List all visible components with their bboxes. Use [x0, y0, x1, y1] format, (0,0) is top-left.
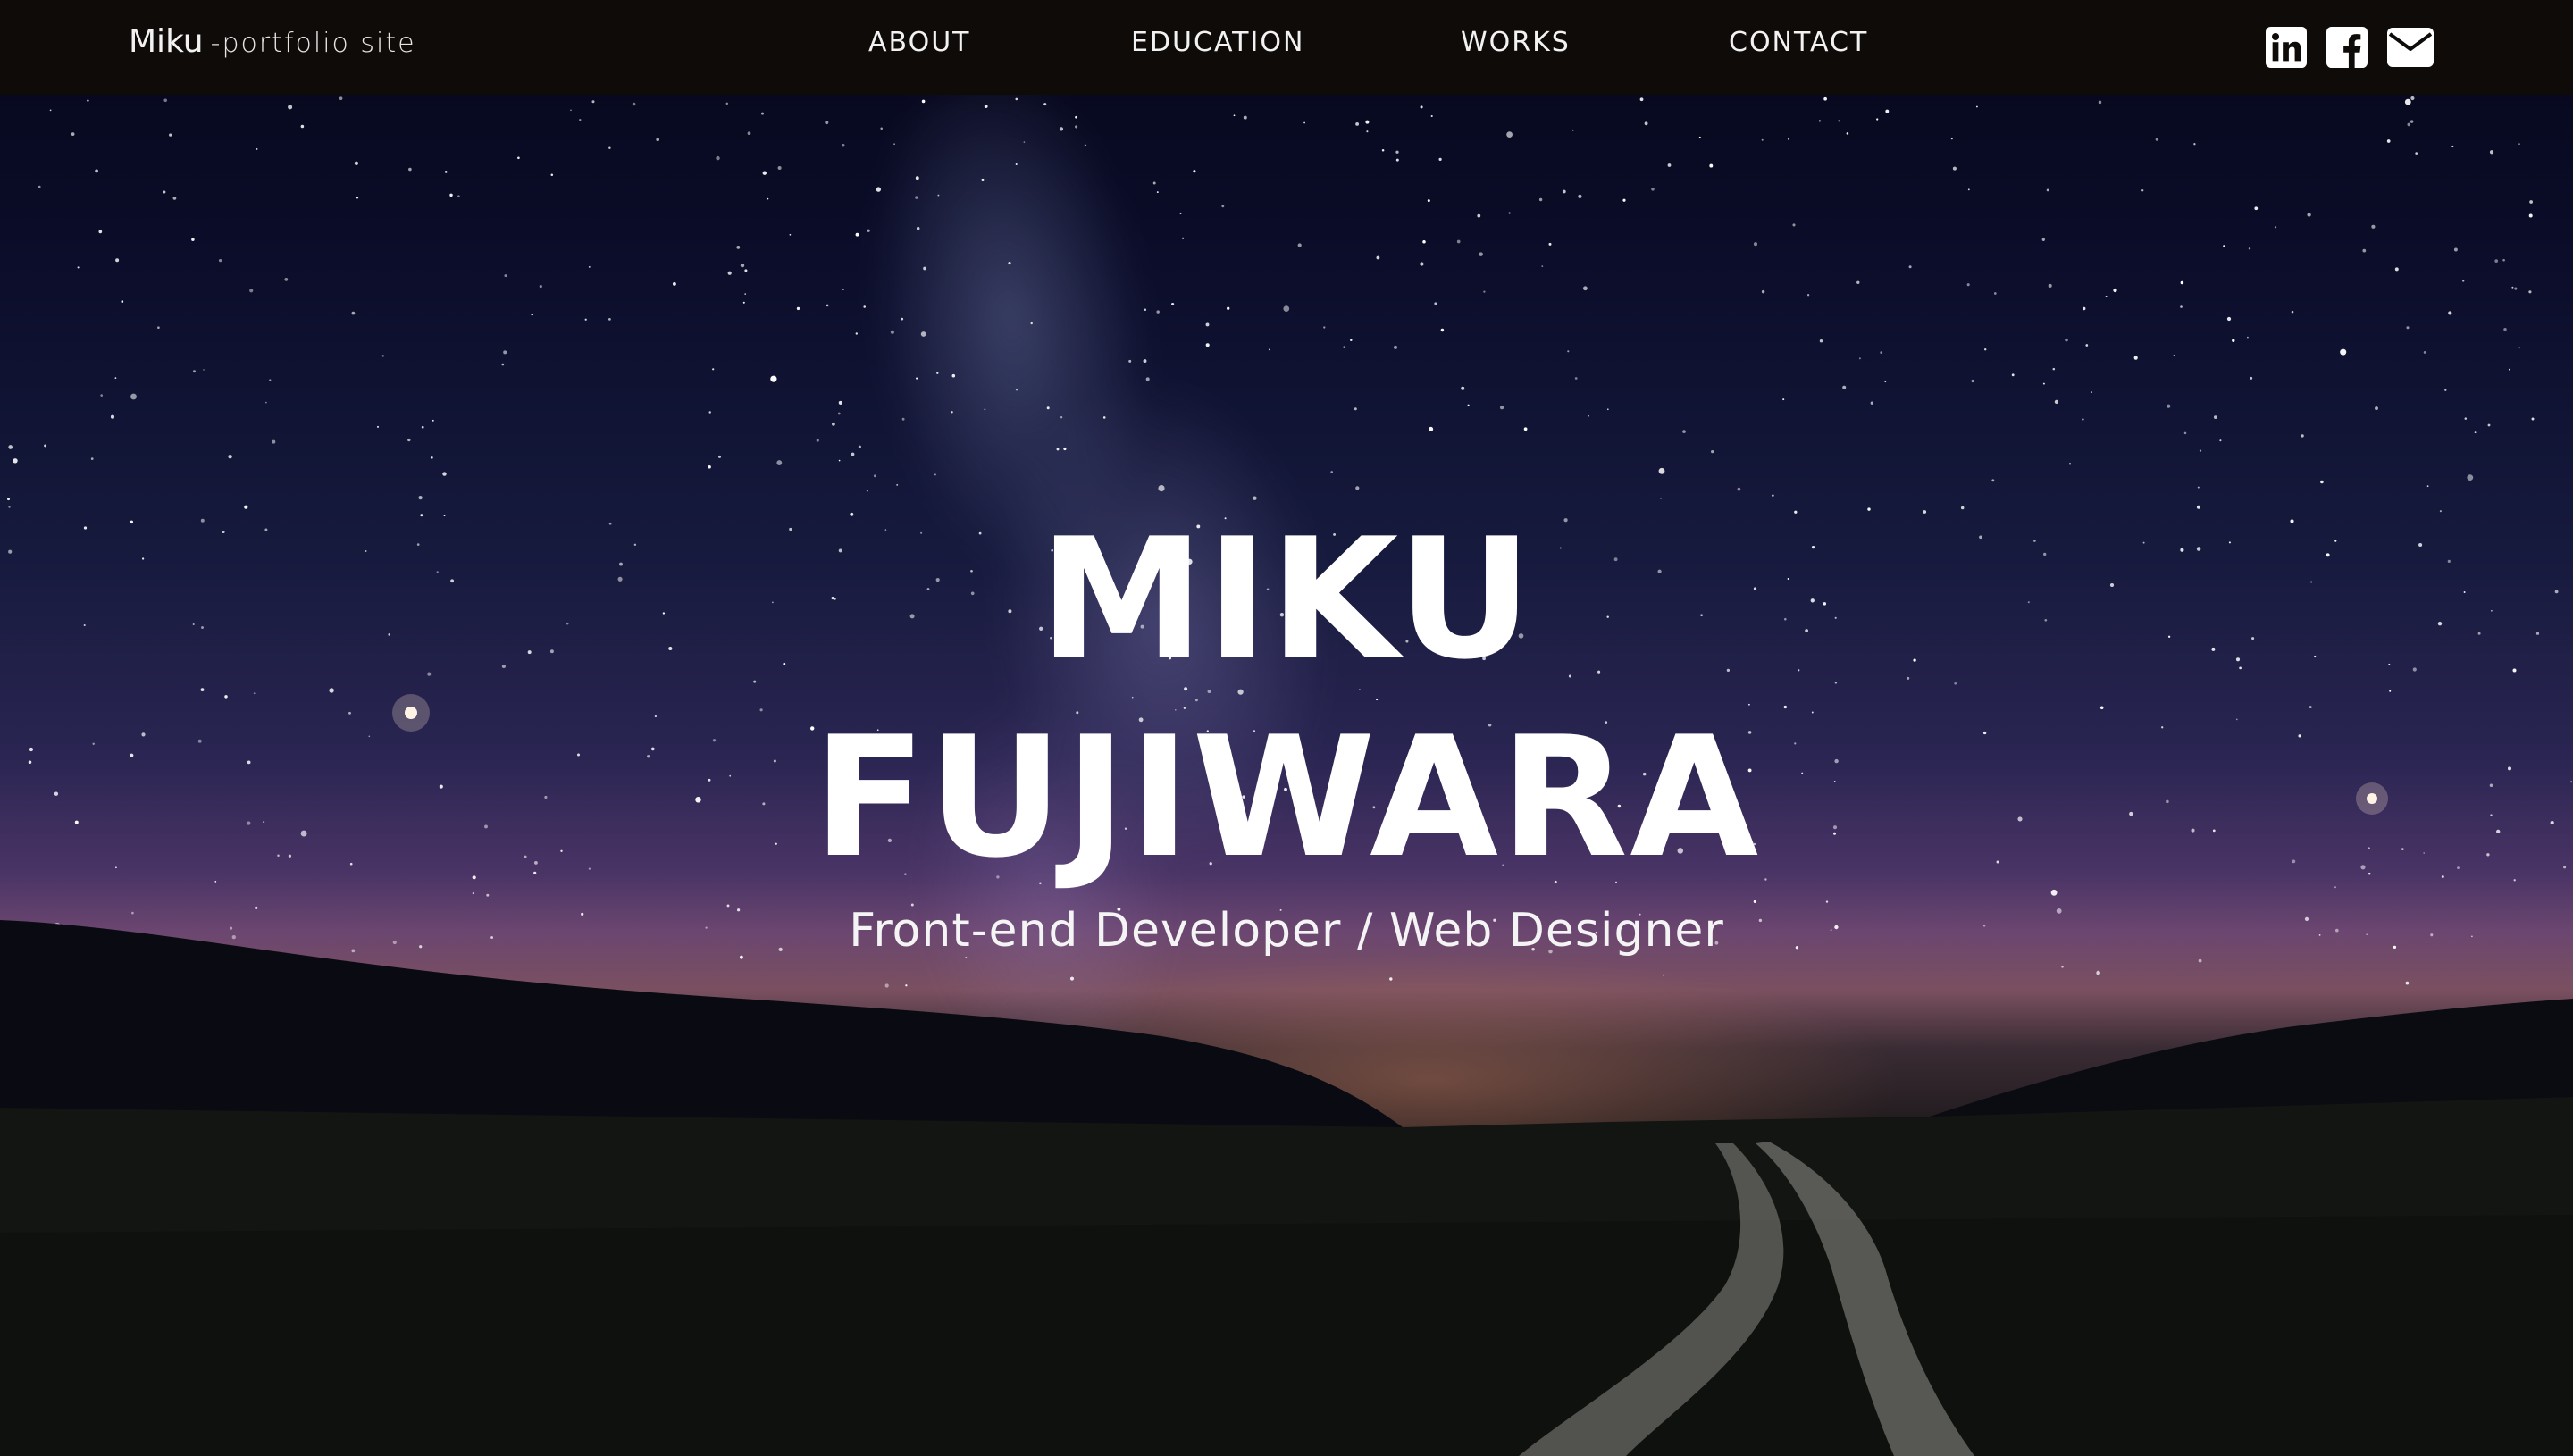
portfolio-page: Miku -portfolio site ABOUT EDUCATION WORK… [0, 0, 2573, 1456]
nav-link-education[interactable]: EDUCATION [1131, 27, 1304, 58]
top-navbar: Miku -portfolio site ABOUT EDUCATION WORK… [0, 0, 2573, 95]
hero-name-last: FUJIWARA [812, 700, 1761, 894]
nav-link-about[interactable]: ABOUT [868, 27, 970, 58]
field-shade [0, 1215, 2573, 1456]
hero-name-first: MIKU [1038, 502, 1535, 696]
hero-content: MIKU FUJIWARA Front-end Developer / Web … [0, 500, 2573, 958]
nav-link-contact[interactable]: CONTACT [1729, 27, 1868, 58]
facebook-icon[interactable] [2326, 27, 2368, 68]
nav-link-works[interactable]: WORKS [1461, 27, 1571, 58]
linkedin-icon[interactable] [2266, 27, 2307, 68]
hero-subtitle: Front-end Developer / Web Designer [849, 904, 1724, 958]
mail-icon[interactable] [2387, 28, 2434, 67]
hero-name: MIKU FUJIWARA [0, 500, 2573, 897]
nav-links: ABOUT EDUCATION WORKS CONTACT [0, 27, 2573, 71]
